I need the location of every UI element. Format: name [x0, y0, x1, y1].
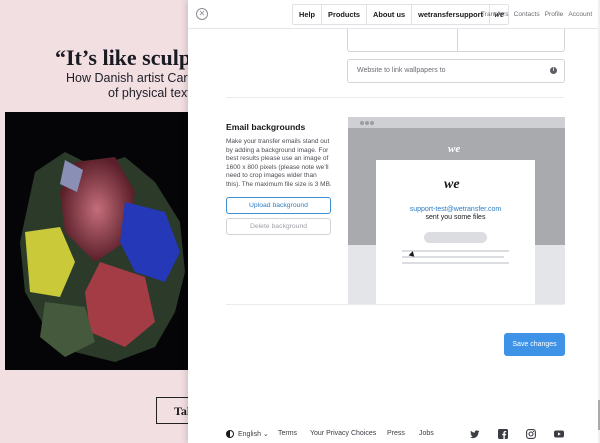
link-account[interactable]: Account	[568, 11, 592, 18]
wallpaper-field-left[interactable]	[348, 29, 457, 51]
preview-download-placeholder	[424, 232, 487, 243]
delete-background-button[interactable]: Delete background	[226, 218, 331, 235]
preview-sent-text: sent you some files	[425, 214, 486, 221]
preview-card-logo: we	[444, 177, 460, 192]
email-backgrounds-title: Email backgrounds	[226, 122, 306, 132]
settings-panel: ✕ Help Products About us wetransfersuppo…	[188, 0, 600, 443]
preview-text-line	[402, 250, 509, 252]
nav-help[interactable]: Help	[293, 5, 323, 24]
close-icon[interactable]: ✕	[196, 8, 208, 20]
language-globe-icon	[226, 430, 234, 438]
info-icon[interactable]: i	[550, 67, 557, 74]
footer-link-terms[interactable]: Terms	[278, 430, 297, 437]
account-links: Transfers Contacts Profile Account	[481, 11, 592, 18]
promo-subtitle-line1: How Danish artist Carolin	[66, 71, 208, 85]
nav-account-name[interactable]: wetransfersupport	[412, 5, 490, 24]
wallpaper-fields-row	[347, 29, 565, 52]
link-profile[interactable]: Profile	[545, 11, 564, 18]
preview-sender-email: support-test@wetransfer.com	[409, 206, 502, 213]
top-bar: ✕ Help Products About us wetransfersuppo…	[188, 0, 600, 29]
twitter-icon[interactable]	[470, 429, 480, 439]
preview-header-logo: we	[448, 143, 461, 155]
nav-about-us[interactable]: About us	[367, 5, 413, 24]
email-preview: we we support-test@wetransfer.com sent y…	[348, 117, 565, 304]
window-dot	[370, 121, 374, 125]
footer: English ⌄ Terms Your Privacy Choices Pre…	[188, 423, 600, 443]
promo-artwork-image	[5, 112, 195, 370]
link-contacts[interactable]: Contacts	[514, 11, 540, 18]
footer-link-press[interactable]: Press	[387, 430, 405, 437]
preview-text-line	[402, 262, 509, 264]
chevron-down-icon: ⌄	[262, 431, 269, 438]
window-dot	[365, 121, 369, 125]
preview-email-card: we support-test@wetransfer.com sent you …	[376, 160, 535, 304]
section-divider	[226, 97, 564, 98]
wallpaper-field-right[interactable]	[458, 29, 565, 51]
instagram-icon[interactable]	[526, 429, 536, 439]
website-link-input[interactable]: Website to link wallpapers to i	[347, 59, 565, 83]
footer-link-privacy[interactable]: Your Privacy Choices	[310, 430, 376, 437]
upload-background-button[interactable]: Upload background	[226, 197, 331, 214]
language-selector[interactable]: English ⌄	[238, 430, 269, 438]
link-transfers[interactable]: Transfers	[481, 11, 509, 18]
youtube-icon[interactable]	[554, 429, 564, 439]
website-link-placeholder: Website to link wallpapers to	[357, 67, 446, 74]
email-backgrounds-description: Make your transfer emails stand out by a…	[226, 138, 332, 188]
footer-link-jobs[interactable]: Jobs	[419, 430, 434, 437]
section-divider	[226, 304, 564, 305]
language-label: English	[238, 431, 261, 438]
preview-window-bar	[348, 117, 565, 128]
preview-text-line	[402, 256, 504, 258]
window-dot	[360, 121, 364, 125]
facebook-icon[interactable]	[498, 429, 508, 439]
nav-products[interactable]: Products	[322, 5, 368, 24]
save-changes-button[interactable]: Save changes	[504, 333, 565, 356]
main-nav: Help Products About us wetransfersupport…	[292, 4, 509, 25]
